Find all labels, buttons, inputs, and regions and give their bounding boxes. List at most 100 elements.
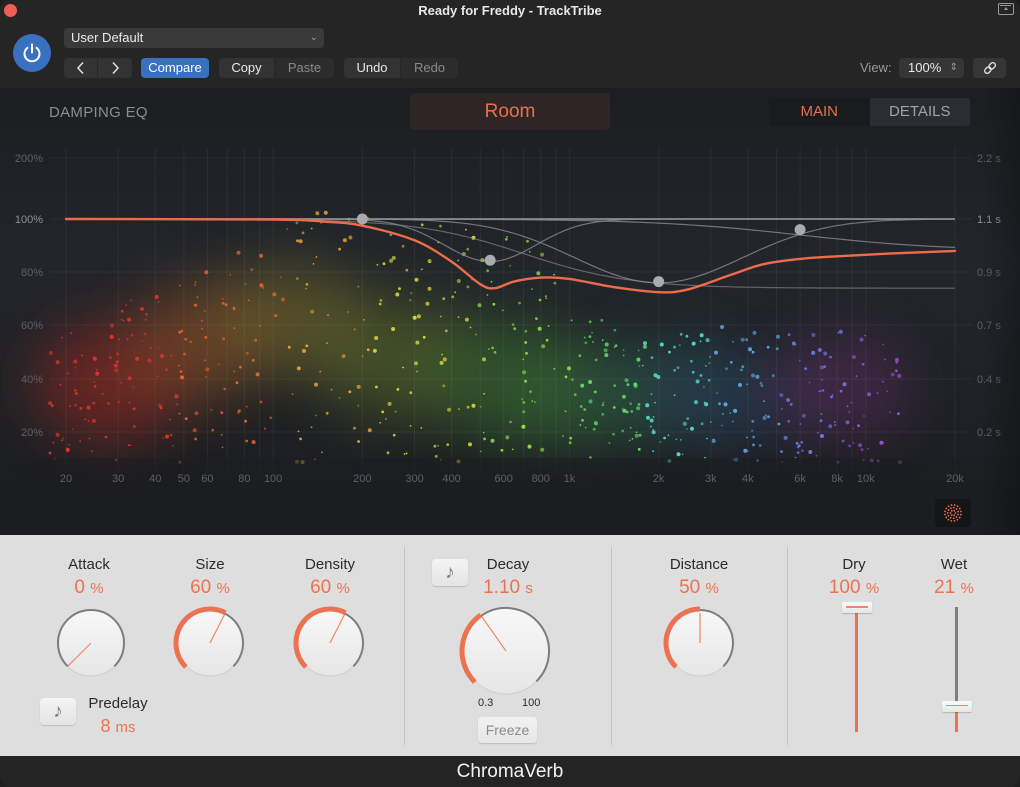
particle <box>889 411 891 414</box>
particle <box>379 421 382 424</box>
copy-paste-group: Copy Paste <box>219 58 334 78</box>
particle-dot <box>944 510 946 513</box>
predelay-value[interactable]: 8 ms <box>58 716 178 737</box>
room-type-button[interactable]: Room <box>410 93 610 130</box>
slider-track[interactable] <box>955 607 958 706</box>
particle <box>184 417 188 420</box>
predelay-unit: ms <box>115 719 136 736</box>
particle <box>521 424 526 429</box>
density-knob[interactable] <box>290 603 370 683</box>
particle <box>676 366 680 369</box>
particle <box>511 448 514 451</box>
particle <box>169 433 173 437</box>
particle <box>347 311 350 313</box>
attack-knob[interactable] <box>51 603 131 683</box>
particle <box>79 440 81 443</box>
particle <box>831 394 834 396</box>
next-preset-button[interactable] <box>98 58 132 78</box>
particles-toggle-button[interactable] <box>935 499 971 527</box>
particle <box>752 435 755 439</box>
particle <box>650 356 654 360</box>
eq-band-node-2[interactable] <box>484 254 496 266</box>
eq-band-node-1[interactable] <box>356 213 368 225</box>
particle <box>414 277 419 282</box>
particle <box>312 263 315 265</box>
particle <box>834 424 836 427</box>
decay-knob[interactable] <box>456 601 556 701</box>
size-knob[interactable] <box>170 603 250 683</box>
particle <box>486 269 489 273</box>
paste-button[interactable]: Paste <box>275 58 334 78</box>
tab-details[interactable]: DETAILS <box>869 98 970 126</box>
compare-button[interactable]: Compare <box>141 58 209 78</box>
eq-band-node-3[interactable] <box>653 276 665 288</box>
particle <box>233 370 236 373</box>
particle <box>721 424 723 427</box>
decay-value[interactable]: 1.10 s <box>448 577 568 599</box>
particle <box>613 406 616 409</box>
float-window-icon[interactable] <box>998 3 1014 15</box>
size-value[interactable]: 60 % <box>150 577 270 599</box>
particle <box>274 314 278 317</box>
view-zoom-select[interactable]: 100% ⇕ <box>899 58 964 78</box>
particle <box>859 337 864 342</box>
particle <box>509 264 511 267</box>
divider <box>611 547 612 745</box>
wet-value[interactable]: 21 % <box>894 577 1014 599</box>
particle <box>848 411 851 413</box>
copy-button[interactable]: Copy <box>219 58 275 78</box>
particle <box>760 384 764 387</box>
particle <box>626 383 630 386</box>
view-tabs: MAIN DETAILS <box>769 98 970 126</box>
particle <box>341 354 346 359</box>
preset-dropdown[interactable]: User Default ⌄ <box>64 28 324 48</box>
particle <box>66 450 69 453</box>
particle <box>823 351 828 356</box>
bypass-power-button[interactable] <box>13 34 51 72</box>
y-axis-left-label: 200% <box>15 153 43 165</box>
slider-handle[interactable] <box>841 602 872 613</box>
redo-button[interactable]: Redo <box>401 58 458 78</box>
particle <box>183 352 186 356</box>
particle <box>867 392 871 397</box>
particle <box>777 422 781 426</box>
link-button[interactable] <box>973 58 1006 78</box>
undo-button[interactable]: Undo <box>344 58 401 78</box>
particle <box>403 453 406 455</box>
particle <box>297 430 300 433</box>
tab-main[interactable]: MAIN <box>769 98 870 126</box>
attack-value[interactable]: 0 % <box>29 577 149 599</box>
particle <box>651 430 656 435</box>
particle <box>592 427 596 431</box>
particle <box>706 437 708 440</box>
eq-band-node-4[interactable] <box>794 224 806 236</box>
particle <box>638 365 641 367</box>
damping-eq-graph[interactable]: 200% 100% 80% 60% 40% 20% 2.2 s 1.1 s 0.9 s 0.7 s… <box>0 88 1020 535</box>
particle <box>524 341 528 344</box>
divider <box>404 547 405 745</box>
particle <box>858 443 863 448</box>
particle <box>673 394 676 397</box>
freeze-button[interactable]: Freeze <box>478 717 537 743</box>
chevron-down-icon: ⌄ <box>309 32 318 43</box>
particle <box>490 438 495 443</box>
power-icon <box>23 43 41 63</box>
particle <box>767 415 770 419</box>
particle <box>93 385 97 388</box>
particle <box>622 349 625 352</box>
particle <box>567 366 571 371</box>
particle <box>348 390 352 394</box>
slider-handle[interactable] <box>941 700 972 712</box>
previous-preset-button[interactable] <box>64 58 98 78</box>
particle <box>367 428 372 433</box>
distance-knob[interactable] <box>660 603 740 683</box>
particle <box>716 392 718 394</box>
particle <box>79 406 83 410</box>
particle <box>686 428 688 430</box>
particle <box>194 281 197 284</box>
distance-value[interactable]: 50 % <box>639 577 759 599</box>
particle <box>547 325 550 327</box>
particle <box>730 360 733 364</box>
particle <box>55 360 60 365</box>
density-value[interactable]: 60 % <box>270 577 390 599</box>
